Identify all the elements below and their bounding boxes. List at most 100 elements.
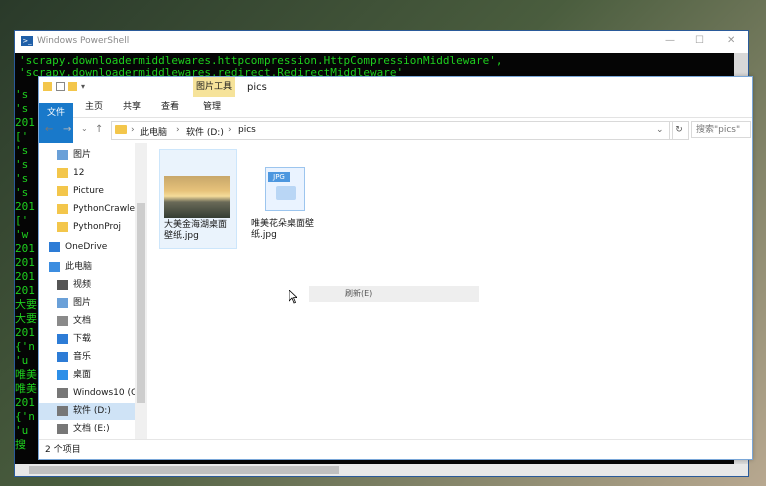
tab-home[interactable]: 主页 xyxy=(79,97,109,117)
sidebar-item-label: 桌面 xyxy=(73,370,92,380)
context-menu-refresh[interactable]: 刷新(E) xyxy=(309,286,479,302)
sidebar-item[interactable]: 文档 (E:) xyxy=(39,421,135,438)
properties-icon[interactable] xyxy=(56,82,65,91)
breadcrumb-pics[interactable]: pics xyxy=(238,125,256,135)
video-icon xyxy=(57,280,68,290)
navigation-scrollbar[interactable] xyxy=(135,143,147,439)
console-line-fragment: 201 xyxy=(15,397,35,408)
picture-tools-tab[interactable]: 图片工具 xyxy=(193,77,235,97)
sidebar-item[interactable]: PythonCrawler- xyxy=(39,201,135,218)
file-name: 大美金海湖桌面壁纸.jpg xyxy=(164,220,228,241)
navigation-scroll-thumb[interactable] xyxy=(137,203,145,403)
sidebar-item-label: 图片 xyxy=(73,150,92,160)
lake-sunset-thumbnail xyxy=(164,176,230,218)
mouse-cursor-icon xyxy=(289,290,297,304)
download-icon xyxy=(57,334,68,344)
sidebar-item-label: 音乐 xyxy=(73,352,92,362)
tab-share[interactable]: 共享 xyxy=(117,97,147,117)
refresh-icon[interactable]: ↻ xyxy=(669,121,689,140)
sidebar-item[interactable]: 图片 xyxy=(39,147,135,164)
folder-icon xyxy=(57,168,68,178)
recent-locations-icon[interactable]: ⌄ xyxy=(81,124,88,133)
folder-icon xyxy=(57,204,68,214)
sidebar-item[interactable]: 12 xyxy=(39,165,135,182)
sidebar-item-label: Picture xyxy=(73,186,104,196)
console-line-fragment: 201 xyxy=(15,243,35,254)
console-line-fragment: 's xyxy=(15,187,29,198)
explorer-window: ▾ 图片工具 pics 文件 主页 共享 查看 管理 ← → ⌄ ↑ › 此电脑… xyxy=(38,76,753,460)
folder-icon xyxy=(43,82,52,91)
sidebar-item[interactable]: 视频 xyxy=(39,277,135,294)
sidebar-item[interactable]: Windows10 (C: xyxy=(39,385,135,402)
console-line-fragment: 201 xyxy=(15,327,35,338)
status-bar: 2 个项目 xyxy=(39,439,752,459)
drive-icon xyxy=(57,388,68,398)
ribbon-tabs: 文件 主页 共享 查看 管理 xyxy=(39,97,752,201)
console-line-fragment: 唯美 xyxy=(15,383,37,394)
new-folder-icon[interactable] xyxy=(68,82,77,91)
chevron-right-icon: › xyxy=(176,125,180,135)
back-arrow-icon[interactable]: ← xyxy=(45,124,53,135)
console-scroll-thumb[interactable] xyxy=(29,466,339,474)
maximize-button[interactable]: ☐ xyxy=(695,35,704,46)
file-item[interactable]: JPG 唯美花朵桌面壁纸.jpg xyxy=(247,149,323,247)
breadcrumb-this-pc[interactable]: 此电脑 xyxy=(140,125,167,138)
drive-icon xyxy=(57,406,68,416)
file-name: 唯美花朵桌面壁纸.jpg xyxy=(251,219,315,240)
breadcrumb-drive-d[interactable]: 软件 (D:) xyxy=(186,125,224,138)
sidebar-item-label: 软件 (D:) xyxy=(73,406,111,416)
sidebar-item[interactable]: 文档 xyxy=(39,313,135,330)
sidebar-item-label: 视频 xyxy=(73,280,92,290)
console-line-fragment: 's xyxy=(15,89,29,100)
console-line-fragment: 201 xyxy=(15,257,35,268)
up-arrow-icon[interactable]: ↑ xyxy=(95,124,103,135)
sidebar-item[interactable]: 此电脑 xyxy=(39,259,135,276)
drive-icon xyxy=(57,424,68,434)
console-line-fragment: {'n xyxy=(15,411,35,422)
console-horizontal-scrollbar[interactable] xyxy=(15,464,748,476)
sidebar-item-label: 此电脑 xyxy=(65,262,93,272)
forward-arrow-icon[interactable]: → xyxy=(63,124,71,135)
desktop-icon xyxy=(57,370,68,380)
file-item[interactable]: 大美金海湖桌面壁纸.jpg xyxy=(159,149,237,249)
sidebar-item[interactable]: 图片 xyxy=(39,295,135,312)
console-line-fragment: 大要 xyxy=(15,299,37,310)
sidebar-item[interactable]: 音乐 xyxy=(39,349,135,366)
sidebar-item-label: 文档 (E:) xyxy=(73,424,110,434)
file-list: 大美金海湖桌面壁纸.jpg JPG 唯美花朵桌面壁纸.jpg 刷新(E) xyxy=(151,143,749,439)
folder-icon xyxy=(57,186,68,196)
console-line-fragment: 'u xyxy=(15,425,29,436)
chevron-right-icon: › xyxy=(131,125,135,135)
sidebar-item-label: 图片 xyxy=(73,298,92,308)
sidebar-item[interactable]: PythonProj xyxy=(39,219,135,236)
explorer-window-title: pics xyxy=(247,82,267,93)
close-button[interactable]: ✕ xyxy=(727,35,735,46)
console-line-fragment: 's xyxy=(15,103,29,114)
sidebar-item[interactable]: 下载 xyxy=(39,331,135,348)
customize-quick-access-icon[interactable]: ▾ xyxy=(81,82,90,91)
jpg-file-icon: JPG xyxy=(265,167,305,211)
sidebar-item-label: Windows10 (C: xyxy=(73,388,135,398)
console-line-fragment: 'w xyxy=(15,229,29,240)
console-line-fragment: 搜 xyxy=(15,439,26,450)
search-input[interactable]: 搜索"pics" xyxy=(691,121,751,138)
address-bar[interactable]: › 此电脑 › 软件 (D:) › pics ⌄ xyxy=(111,121,673,140)
document-icon xyxy=(57,316,68,326)
sidebar-item[interactable]: Picture xyxy=(39,183,135,200)
jpg-label: JPG xyxy=(268,172,290,182)
sidebar-item[interactable]: 软件 (D:) xyxy=(39,403,135,420)
tab-view[interactable]: 查看 xyxy=(155,97,185,117)
console-line-fragment: 's xyxy=(15,159,29,170)
console-line-fragment: 大要 xyxy=(15,313,37,324)
console-line-fragment: {'n xyxy=(15,341,35,352)
console-line-fragment: 201 xyxy=(15,271,35,282)
sidebar-item[interactable]: 桌面 xyxy=(39,367,135,384)
console-line-fragment: [' xyxy=(15,215,29,226)
chevron-down-icon[interactable]: ⌄ xyxy=(656,125,664,135)
powershell-title: Windows PowerShell xyxy=(37,36,130,46)
folder-icon xyxy=(115,125,127,134)
minimize-button[interactable]: — xyxy=(665,35,675,46)
sidebar-item[interactable]: OneDrive xyxy=(39,239,135,256)
folder-icon xyxy=(57,222,68,232)
tab-manage[interactable]: 管理 xyxy=(197,97,227,117)
